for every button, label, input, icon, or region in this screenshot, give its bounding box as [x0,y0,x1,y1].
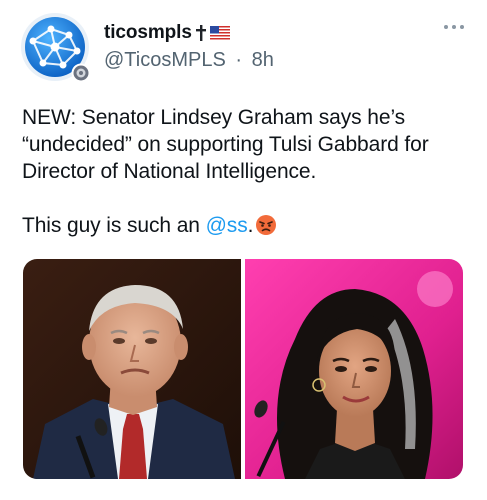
mention-link[interactable]: @ss [206,214,248,237]
tweet-card[interactable]: ticosmpls @TicosMPLS · 8h NEW: Senator L… [0,0,487,500]
tweet-text: NEW: Senator Lindsey Graham says he’s “u… [22,104,472,243]
woman-on-pink-stage-photo[interactable] [245,259,463,479]
timestamp[interactable]: 8h [252,49,274,71]
tweet-line-1: NEW: Senator Lindsey Graham says he’s “u… [22,106,429,183]
separator: · [235,49,243,71]
tweet-line-2: This guy is such an @ss. [22,212,472,243]
media-grid[interactable] [23,259,463,479]
latin-cross-emoji [195,25,206,41]
tweet-line-2-suffix: . [247,214,254,237]
seal-badge-icon [71,63,91,83]
ellipsis-icon [444,25,464,29]
tweet-line-2-prefix: This guy is such an [22,214,206,237]
avatar[interactable] [21,13,91,83]
us-flag-emoji [209,25,230,41]
more-options-button[interactable] [440,18,468,36]
author-handle[interactable]: @TicosMPLS [104,49,226,71]
author-name-row[interactable]: ticosmpls [104,21,230,45]
angry-face-emoji [255,214,277,243]
handle-row: @TicosMPLS · 8h [104,49,274,72]
display-name[interactable]: ticosmpls [104,22,192,44]
man-in-suit-photo[interactable] [23,259,241,479]
